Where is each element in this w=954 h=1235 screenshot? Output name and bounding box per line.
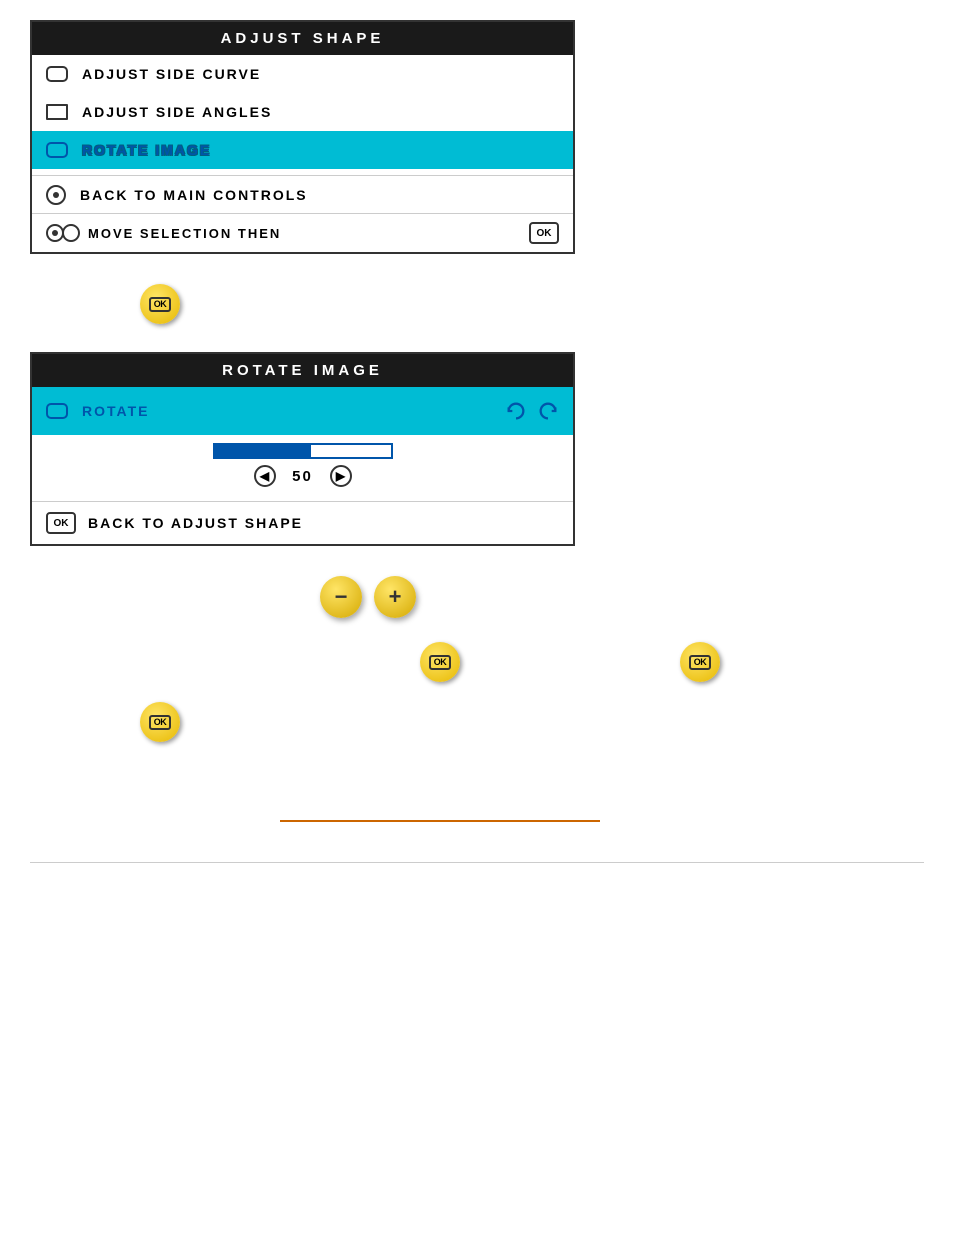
slider-decrement-button[interactable]: ◀ xyxy=(254,465,276,487)
rotate-image-label: ROTATE IMAGE xyxy=(82,142,211,158)
double-knob-icon xyxy=(46,224,80,242)
rotate-image-panel: ROTATE IMAGE ROTATE xyxy=(30,352,575,546)
menu-item-rotate-image[interactable]: ROTATE IMAGE xyxy=(32,131,573,169)
rounded-rect-icon xyxy=(46,66,68,82)
back-to-main-label: BACK TO MAIN CONTROLS xyxy=(80,187,308,203)
ok-inner-label-4: OK xyxy=(149,715,172,730)
slider-value: 50 xyxy=(288,468,318,485)
rotate-image-title: ROTATE IMAGE xyxy=(32,354,573,387)
ok-inner-label-3: OK xyxy=(689,655,712,670)
link-underline[interactable] xyxy=(280,802,600,822)
back-to-adjust-shape-label: BACK TO ADJUST SHAPE xyxy=(88,515,303,531)
adjust-side-curve-label: ADJUST SIDE CURVE xyxy=(82,66,261,82)
rotate-cw-icon[interactable] xyxy=(537,400,559,422)
ok-yellow-button-3[interactable]: OK xyxy=(680,642,720,682)
rotate-label: ROTATE xyxy=(82,403,491,419)
adjust-side-angles-label: ADJUST SIDE ANGLES xyxy=(82,104,272,120)
slider-track[interactable] xyxy=(213,443,393,459)
knob-icon xyxy=(46,185,66,205)
ok-button-left-container: OK xyxy=(420,642,460,682)
bottom-divider xyxy=(30,862,924,863)
menu-item-adjust-side-curve[interactable]: ADJUST SIDE CURVE xyxy=(32,55,573,93)
slider-controls: ◀ 50 ▶ xyxy=(254,465,352,487)
knob-icon-1 xyxy=(46,224,64,242)
ok-inner-label-1: OK xyxy=(149,297,172,312)
slider-row: ◀ 50 ▶ xyxy=(32,435,573,502)
knob-icon-2 xyxy=(62,224,80,242)
page-wrapper: ADJUST SHAPE ADJUST SIDE CURVE ADJUST SI… xyxy=(0,0,954,883)
rect-icon xyxy=(46,104,68,120)
plus-button[interactable]: + xyxy=(374,576,416,618)
link-area-container xyxy=(30,802,924,852)
ok-back-icon: OK xyxy=(46,512,76,534)
slider-track-container xyxy=(213,443,393,459)
ok-button-bottom-container: OK xyxy=(140,702,924,742)
move-selection-row: MOVE SELECTION THEN OK xyxy=(32,213,573,252)
menu-item-adjust-side-angles[interactable]: ADJUST SIDE ANGLES xyxy=(32,93,573,131)
ok-yellow-button-1[interactable]: OK xyxy=(140,284,180,324)
rounded-rect-cyan-icon xyxy=(46,142,68,158)
slider-increment-button[interactable]: ▶ xyxy=(330,465,352,487)
ok-small-icon: OK xyxy=(529,222,559,244)
ok-yellow-button-2[interactable]: OK xyxy=(420,642,460,682)
minus-plus-row: − + xyxy=(320,576,924,618)
ok-button-right-container: OK xyxy=(680,642,720,682)
rotate-icons xyxy=(505,400,559,422)
adjust-shape-title: ADJUST SHAPE xyxy=(32,22,573,55)
menu-item-back-to-main[interactable]: BACK TO MAIN CONTROLS xyxy=(32,175,573,213)
minus-button[interactable]: − xyxy=(320,576,362,618)
move-selection-label: MOVE SELECTION THEN xyxy=(88,226,521,241)
ok-inner-label-2: OK xyxy=(429,655,452,670)
ok-yellow-button-4[interactable]: OK xyxy=(140,702,180,742)
back-to-adjust-shape-row[interactable]: OK BACK TO ADJUST SHAPE xyxy=(32,502,573,544)
ok-button-1-container: OK xyxy=(140,284,924,324)
slider-fill xyxy=(215,445,312,457)
rotate-row[interactable]: ROTATE xyxy=(32,387,573,435)
adjust-shape-panel: ADJUST SHAPE ADJUST SIDE CURVE ADJUST SI… xyxy=(30,20,575,254)
rotate-rounded-rect-icon xyxy=(46,403,68,419)
ok-buttons-row: OK OK xyxy=(30,642,924,682)
rotate-ccw-icon[interactable] xyxy=(505,400,527,422)
